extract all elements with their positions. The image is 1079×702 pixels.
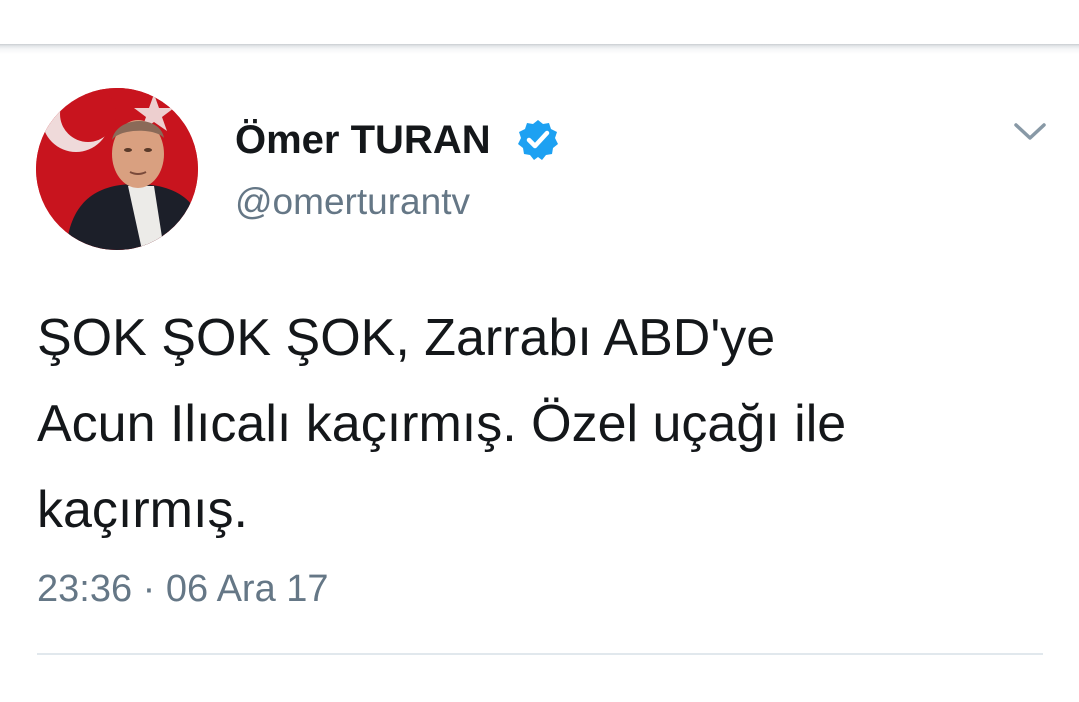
tweet-text-line: ŞOK ŞOK ŞOK, Zarrabı ABD'ye [37,309,776,367]
avatar-image [36,88,198,250]
avatar[interactable] [36,88,198,250]
verified-badge-icon [518,120,558,160]
bottom-divider [37,653,1043,655]
chevron-down-icon[interactable] [1010,116,1050,146]
tweet-text-line: kaçırmış. [37,481,248,539]
user-handle[interactable]: @omerturantv [235,177,470,227]
tweet-text-line: Acun Ilıcalı kaçırmış. Özel uçağı ile [37,395,847,453]
tweet-text: ŞOK ŞOK ŞOK, Zarrabı ABD'ye Acun Ilıcalı… [37,295,1057,553]
display-name[interactable]: Ömer TURAN [235,114,491,166]
top-divider [0,44,1079,54]
tweet-timestamp[interactable]: 23:36 · 06 Ara 17 [37,564,329,614]
